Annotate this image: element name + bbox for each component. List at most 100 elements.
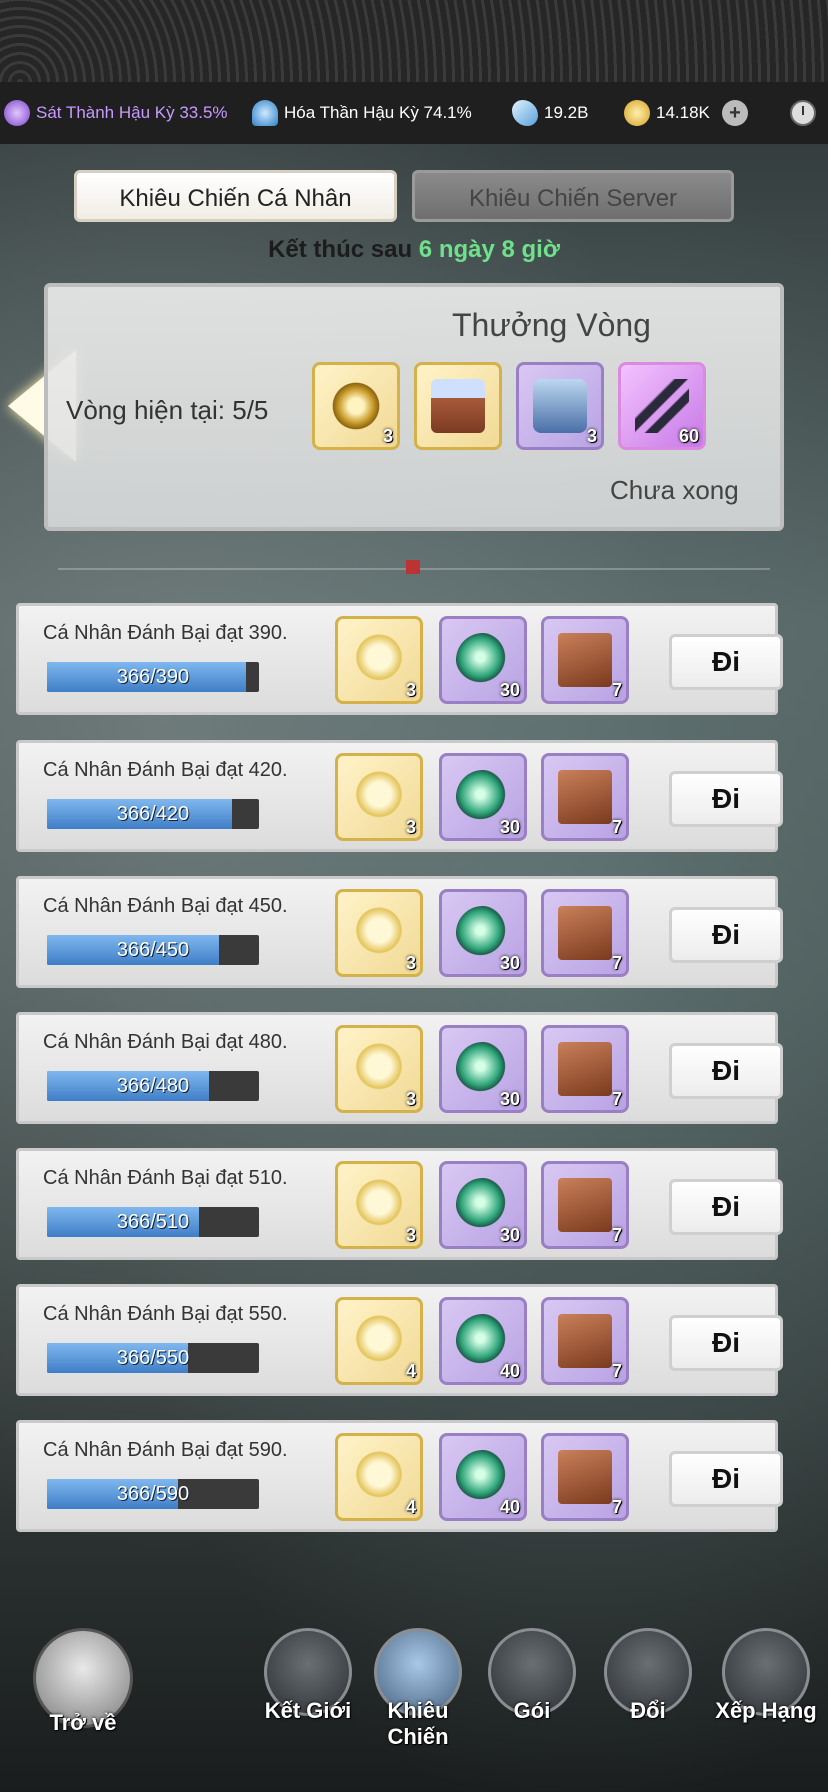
spirit-stone-icon (512, 100, 538, 126)
nav-label: Xếp Hạng (715, 1698, 817, 1723)
divider-ornament-icon (406, 560, 420, 574)
task-progress-bar: 366/510 (47, 1207, 259, 1237)
spirit-stone-resource[interactable]: 19.2B (512, 100, 588, 126)
back-button[interactable]: Trở về (28, 1628, 138, 1736)
wood-material-icon (558, 906, 612, 960)
task-reward-item[interactable]: 4 (335, 1297, 423, 1385)
wood-material-icon (558, 1450, 612, 1504)
task-row: Cá Nhân Đánh Bại đạt 420. 366/420 3 30 7 Đi (16, 740, 783, 852)
go-button[interactable]: Đi (669, 634, 783, 690)
task-reward-item[interactable]: 7 (541, 1433, 629, 1521)
round-reward-item[interactable]: 3 (312, 362, 400, 450)
progress-text: 366/420 (116, 803, 190, 825)
progress-text: 366/390 (116, 666, 190, 688)
clock-icon[interactable] (790, 100, 816, 126)
item-count: 7 (611, 680, 622, 700)
item-count: 4 (405, 1497, 416, 1517)
task-reward-item[interactable]: 30 (439, 616, 527, 704)
tab-server-challenge[interactable]: Khiêu Chiến Server (412, 170, 734, 222)
task-reward-item[interactable]: 30 (439, 889, 527, 977)
round-reward-item[interactable]: 3 (516, 362, 604, 450)
task-reward-item[interactable]: 3 (335, 753, 423, 841)
task-description: Cá Nhân Đánh Bại đạt 590. (43, 1439, 288, 1461)
go-button[interactable]: Đi (669, 1451, 783, 1507)
go-button[interactable]: Đi (669, 1179, 783, 1235)
cultivation-resource-1[interactable]: Sát Thành Hậu Kỳ 33.5% (4, 100, 228, 126)
task-reward-item[interactable]: 4 (335, 1433, 423, 1521)
task-reward-item[interactable]: 40 (439, 1297, 527, 1385)
task-reward-item[interactable]: 40 (439, 1433, 527, 1521)
item-count: 7 (611, 1361, 622, 1381)
task-reward-item[interactable]: 7 (541, 1025, 629, 1113)
task-progress-bar: 366/420 (47, 799, 259, 829)
round-reward-item[interactable]: 60 (618, 362, 706, 450)
go-button[interactable]: Đi (669, 1315, 783, 1371)
nav-ranking-button[interactable]: Xếp Hạng (712, 1628, 820, 1724)
task-row: Cá Nhân Đánh Bại đạt 510. 366/510 3 30 7 Đi (16, 1148, 783, 1260)
task-progress-bar: 366/450 (47, 935, 259, 965)
task-description: Cá Nhân Đánh Bại đạt 510. (43, 1167, 288, 1189)
jade-spirit-icon (456, 1314, 510, 1368)
item-count: 40 (499, 1361, 520, 1381)
go-button[interactable]: Đi (669, 907, 783, 963)
wood-material-icon (558, 1314, 612, 1368)
nav-barrier-button[interactable]: Kết Giới (258, 1628, 358, 1724)
fan-icon (252, 100, 278, 126)
task-reward-item[interactable]: 3 (335, 889, 423, 977)
progress-text: 366/450 (116, 939, 190, 961)
task-reward-item[interactable]: 7 (541, 616, 629, 704)
task-reward-item[interactable]: 3 (335, 1161, 423, 1249)
task-reward-item[interactable]: 30 (439, 753, 527, 841)
golden-ring-icon (329, 379, 383, 433)
task-reward-item[interactable]: 7 (541, 889, 629, 977)
task-row: Cá Nhân Đánh Bại đạt 390. 366/390 3 30 7 Đi (16, 603, 783, 715)
resource4-label: 14.18K (656, 103, 710, 122)
item-count: 30 (499, 1225, 520, 1245)
wood-material-icon (558, 1042, 612, 1096)
lantern-talisman-icon (352, 1314, 406, 1368)
task-reward-item[interactable]: 7 (541, 1161, 629, 1249)
task-reward-item[interactable]: 7 (541, 753, 629, 841)
progress-text: 366/510 (116, 1211, 190, 1233)
item-count: 30 (499, 1089, 520, 1109)
resource3-label: 19.2B (544, 103, 589, 122)
item-count: 3 (405, 680, 416, 700)
add-coin-button[interactable]: + (722, 100, 748, 126)
coin-resource[interactable]: 14.18K (624, 100, 710, 126)
wood-material-icon (558, 770, 612, 824)
lantern-talisman-icon (352, 1450, 406, 1504)
task-description: Cá Nhân Đánh Bại đạt 390. (43, 622, 288, 644)
nav-label: Khiêu Chiến (387, 1698, 449, 1749)
nav-label: Kết Giới (264, 1698, 352, 1723)
item-count: 40 (499, 1497, 520, 1517)
task-description: Cá Nhân Đánh Bại đạt 550. (43, 1303, 288, 1325)
item-count: 7 (611, 1497, 622, 1517)
cultivation-resource-2[interactable]: Hóa Thần Hậu Kỳ 74.1% (252, 100, 472, 126)
task-row: Cá Nhân Đánh Bại đạt 590. 366/590 4 40 7 Đi (16, 1420, 783, 1532)
item-count: 30 (499, 817, 520, 837)
nav-pack-button[interactable]: Gói (482, 1628, 582, 1724)
nav-exchange-button[interactable]: Đổi (598, 1628, 698, 1724)
item-count: 7 (611, 1089, 622, 1109)
task-reward-item[interactable]: 3 (335, 616, 423, 704)
task-reward-item[interactable]: 30 (439, 1025, 527, 1113)
nav-label: Gói (513, 1698, 551, 1723)
task-description: Cá Nhân Đánh Bại đạt 420. (43, 759, 288, 781)
item-count: 30 (499, 680, 520, 700)
round-reward-panel: Thưởng Vòng Vòng hiện tại: 5/5 3 3 60 Ch… (44, 283, 784, 531)
nav-challenge-button[interactable]: Khiêu Chiến (368, 1628, 468, 1750)
task-reward-item[interactable]: 7 (541, 1297, 629, 1385)
task-progress-bar: 366/390 (47, 662, 259, 692)
task-reward-item[interactable]: 3 (335, 1025, 423, 1113)
task-progress-bar: 366/480 (47, 1071, 259, 1101)
go-button[interactable]: Đi (669, 1043, 783, 1099)
tab-personal-challenge[interactable]: Khiêu Chiến Cá Nhân (74, 170, 397, 222)
resource1-label: Sát Thành Hậu Kỳ 33.5% (36, 103, 228, 122)
coin-icon (624, 100, 650, 126)
purple-crystal-icon (4, 100, 30, 126)
blue-chest-icon (533, 379, 587, 433)
item-count: 3 (586, 426, 597, 446)
task-reward-item[interactable]: 30 (439, 1161, 527, 1249)
go-button[interactable]: Đi (669, 771, 783, 827)
round-reward-item[interactable] (414, 362, 502, 450)
